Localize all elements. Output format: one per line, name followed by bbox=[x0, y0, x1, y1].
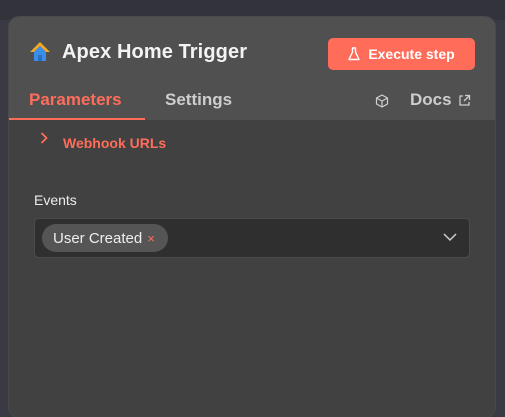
events-select[interactable]: User Created × bbox=[34, 218, 470, 258]
webhook-urls-toggle[interactable]: Webhook URLs bbox=[39, 132, 167, 151]
node-panel: Apex Home Trigger Execute step Parameter… bbox=[9, 17, 495, 417]
tab-bar: Parameters Settings Docs bbox=[9, 85, 495, 120]
events-label: Events bbox=[34, 192, 77, 208]
chevron-down-icon[interactable] bbox=[443, 232, 457, 242]
remove-chip-icon[interactable]: × bbox=[147, 232, 155, 245]
docs-label: Docs bbox=[410, 90, 452, 109]
apex-home-logo bbox=[30, 42, 50, 61]
panel-header: Apex Home Trigger Execute step Parameter… bbox=[9, 17, 495, 120]
execute-step-button[interactable]: Execute step bbox=[328, 38, 475, 70]
node-title: Apex Home Trigger bbox=[62, 41, 248, 63]
tab-parameters[interactable]: Parameters bbox=[29, 90, 122, 110]
tab-settings[interactable]: Settings bbox=[165, 90, 232, 110]
event-chip: User Created × bbox=[42, 224, 168, 252]
flask-icon bbox=[348, 47, 361, 61]
external-link-icon bbox=[458, 94, 470, 106]
docs-link[interactable]: Docs bbox=[410, 90, 471, 110]
webhook-urls-label: Webhook URLs bbox=[63, 135, 167, 151]
execute-step-label: Execute step bbox=[368, 46, 455, 62]
cube-icon[interactable] bbox=[375, 94, 389, 108]
active-tab-indicator bbox=[9, 118, 145, 120]
event-chip-label: User Created bbox=[53, 229, 143, 247]
chevron-right-icon bbox=[40, 132, 48, 144]
